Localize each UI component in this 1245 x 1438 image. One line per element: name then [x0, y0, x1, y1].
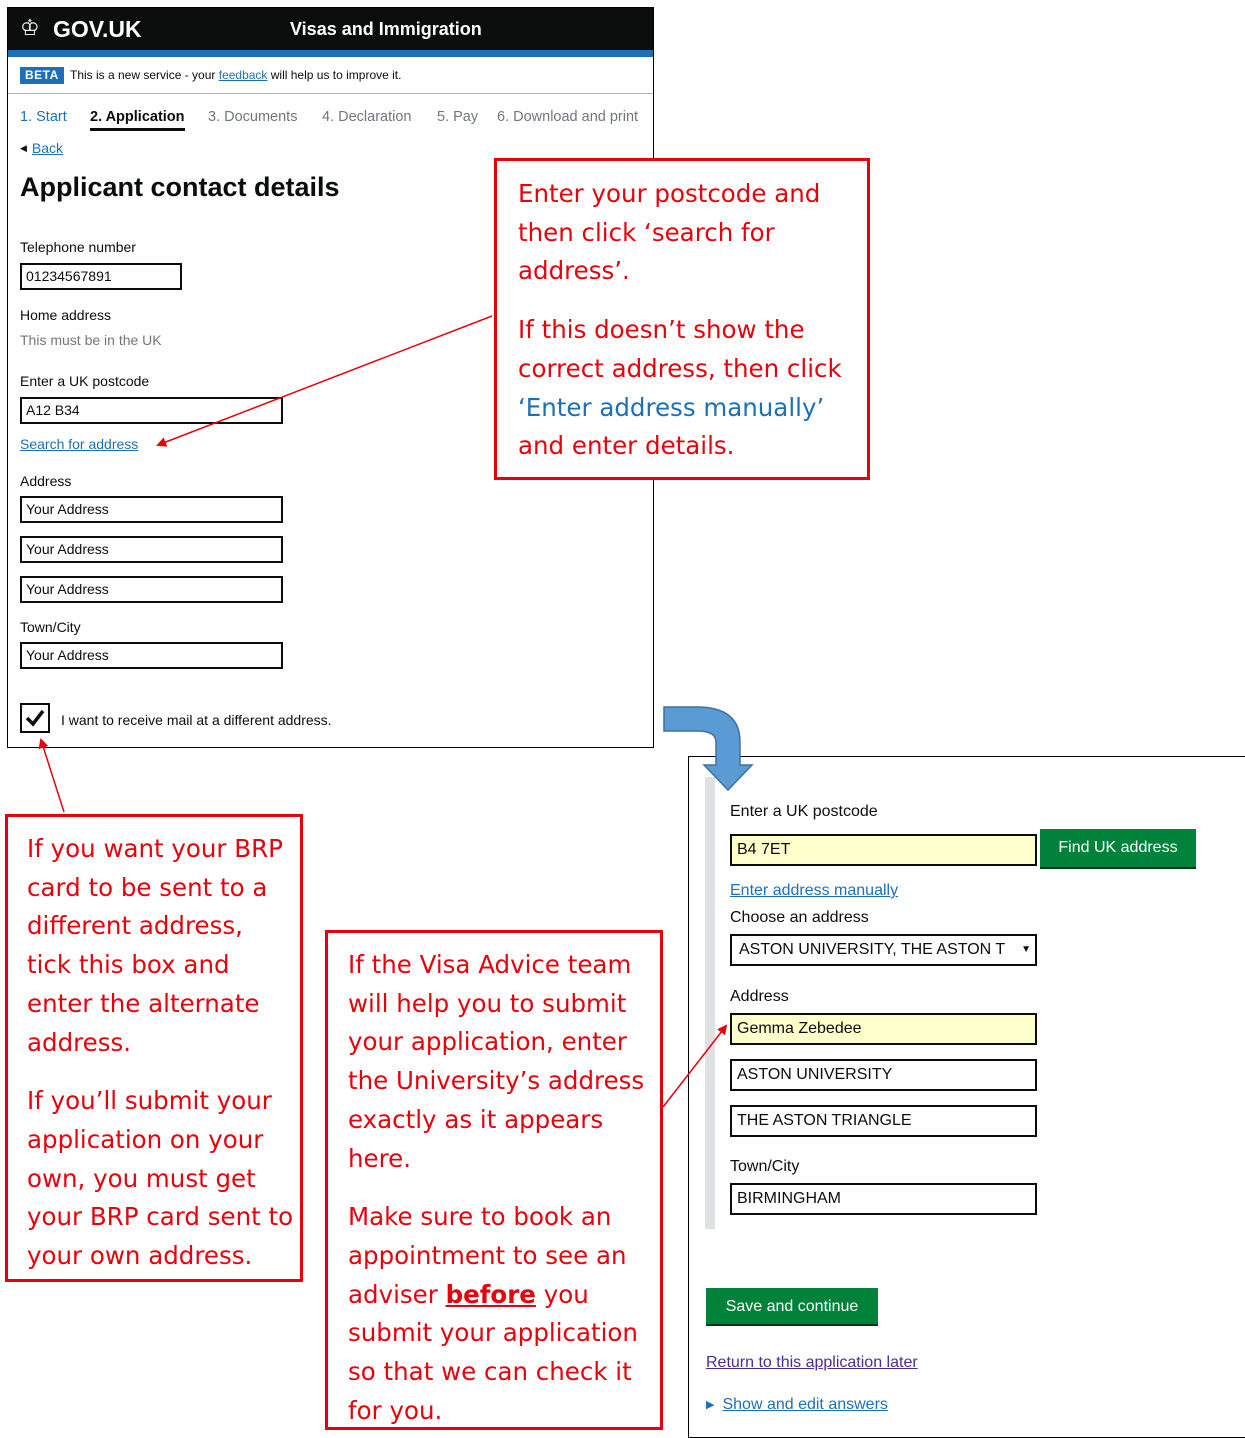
annotation-arrows: [38, 315, 754, 1108]
arrow-to-checkbox: [38, 738, 65, 813]
curved-arrow-icon: [663, 706, 754, 792]
arrow-to-search-link: [156, 315, 493, 447]
arrow-to-address-field: [662, 1024, 728, 1108]
